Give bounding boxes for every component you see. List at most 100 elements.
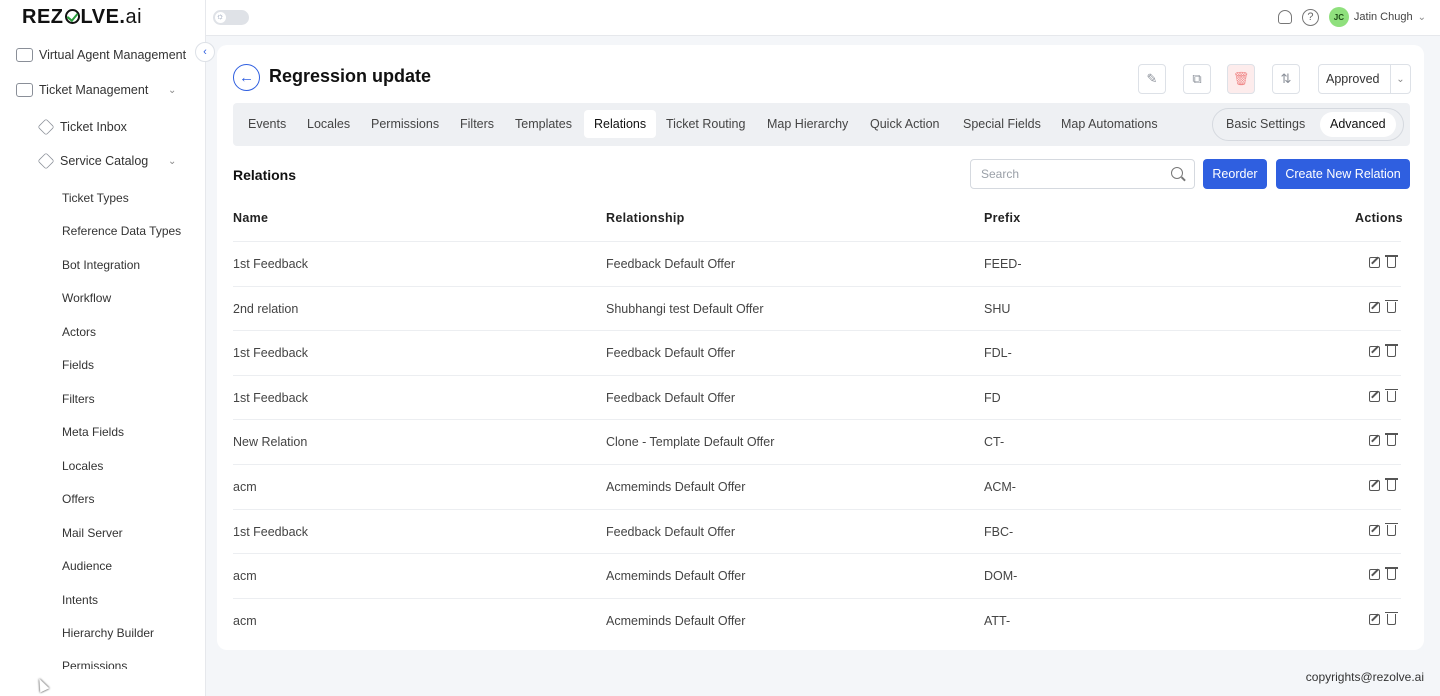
sidebar-item-label: Virtual Agent Management (39, 48, 187, 62)
relation-prefix: ATT- (984, 613, 1011, 628)
relation-prefix: SHU (984, 301, 1011, 316)
delete-button[interactable]: 🗑 (1227, 64, 1255, 94)
trash-icon[interactable] (1385, 255, 1398, 268)
tab-events[interactable]: Events (238, 110, 296, 138)
row-actions (1369, 567, 1398, 581)
trash-icon[interactable] (1385, 344, 1398, 358)
back-button[interactable]: ← (233, 64, 260, 91)
table-row: New Relation Clone - Template Default Off… (233, 419, 1401, 464)
tag-icon (37, 118, 55, 136)
trash-icon[interactable] (1385, 433, 1398, 447)
logo-check-icon (64, 9, 80, 24)
trash-icon[interactable] (1385, 388, 1398, 402)
transfer-button[interactable]: ⇅ (1272, 64, 1300, 94)
user-menu[interactable]: JC Jatin Chugh ⌄ (1328, 7, 1426, 27)
topbar-actions: ? JC Jatin Chugh ⌄ (1277, 7, 1426, 27)
basic-settings-option[interactable]: Basic Settings (1216, 112, 1315, 137)
row-actions (1369, 522, 1398, 536)
row-actions (1369, 433, 1398, 447)
edit-icon[interactable] (1369, 390, 1380, 402)
avatar: JC (1328, 7, 1349, 27)
sidebar-item-virtual-agent-management[interactable]: Virtual Agent Management (16, 48, 186, 62)
table-row: 2nd relation Shubhangi test Default Offer… (233, 285, 1401, 331)
sidebar-item-bot-integration[interactable]: Bot Integration (62, 258, 140, 272)
sidebar-item-audience[interactable]: Audience (62, 559, 112, 573)
search-icon[interactable] (1171, 167, 1183, 179)
sidebar-item-ticket-management[interactable]: Ticket Management ⌄ (16, 83, 176, 97)
tab-bar: Events Locales Permissions Filters Templ… (233, 103, 1410, 146)
tab-quick-action[interactable]: Quick Action (860, 110, 949, 138)
status-select[interactable]: Approved ⌄ (1318, 64, 1411, 94)
tab-filters[interactable]: Filters (450, 110, 504, 138)
sidebar-item-fields[interactable]: Fields (62, 358, 94, 372)
relation-relationship: Shubhangi test Default Offer (606, 301, 764, 316)
relation-prefix: DOM- (984, 569, 1018, 584)
collapse-sidebar-button[interactable]: ‹ (195, 42, 215, 62)
trash-icon[interactable] (1385, 611, 1398, 625)
theme-toggle[interactable]: ☼ (213, 10, 249, 25)
help-icon[interactable]: ? (1301, 8, 1319, 26)
sidebar-item-service-catalog[interactable]: Service Catalog ⌄ (37, 152, 176, 170)
tab-special-fields[interactable]: Special Fields (953, 110, 1051, 138)
sidebar-item-offers[interactable]: Offers (62, 492, 94, 506)
advanced-option[interactable]: Advanced (1320, 112, 1396, 137)
column-header-prefix: Prefix (984, 211, 1021, 225)
relation-name: 1st Feedback (233, 524, 309, 539)
edit-icon[interactable] (1369, 435, 1380, 447)
edit-icon: ✎ (1146, 71, 1158, 86)
sidebar-item-mail-server[interactable]: Mail Server (62, 526, 123, 540)
chevron-down-icon: ⌄ (1390, 65, 1410, 93)
relation-name: 1st Feedback (233, 390, 309, 405)
relation-prefix: ACM- (984, 480, 1016, 494)
sidebar-item-intents[interactable]: Intents (62, 593, 98, 607)
edit-icon[interactable] (1369, 613, 1380, 625)
user-name: Jatin Chugh (1353, 11, 1413, 23)
column-header-name: Name (233, 211, 269, 225)
edit-icon[interactable] (1369, 569, 1380, 581)
sidebar-item-workflow[interactable]: Workflow (62, 291, 111, 305)
chevron-down-icon: ⌄ (1417, 11, 1426, 23)
sidebar-item-actors[interactable]: Actors (62, 325, 96, 339)
edit-icon[interactable] (1369, 257, 1380, 268)
trash-icon[interactable] (1385, 478, 1398, 491)
edit-icon[interactable] (1369, 301, 1380, 313)
tab-relations[interactable]: Relations (584, 110, 657, 138)
sidebar-item-label: Ticket Management (39, 83, 149, 97)
sidebar-item-ticket-types[interactable]: Ticket Types (62, 191, 129, 205)
table-row: 1st Feedback Feedback Default Offer FDL- (233, 330, 1401, 375)
sidebar-item-reference-data-types[interactable]: Reference Data Types (62, 224, 181, 238)
search-input[interactable] (970, 159, 1195, 189)
tab-locales[interactable]: Locales (297, 110, 360, 138)
create-relation-button[interactable]: Create New Relation (1276, 159, 1410, 189)
trash-icon[interactable] (1385, 567, 1398, 581)
sidebar-item-ticket-inbox[interactable]: Ticket Inbox (37, 118, 127, 136)
edit-icon[interactable] (1369, 346, 1380, 358)
sidebar-item-hierarchy-builder[interactable]: Hierarchy Builder (62, 626, 154, 640)
relation-name: New Relation (233, 435, 308, 450)
relation-name: 1st Feedback (233, 346, 309, 361)
reorder-button[interactable]: Reorder (1203, 159, 1267, 189)
edit-icon[interactable] (1369, 480, 1380, 491)
trash-icon[interactable] (1385, 522, 1398, 536)
sidebar-item-meta-fields[interactable]: Meta Fields (62, 425, 124, 439)
edit-button[interactable]: ✎ (1138, 64, 1166, 94)
sidebar-item-locales[interactable]: Locales (62, 459, 103, 473)
sidebar-item-filters[interactable]: Filters (62, 392, 95, 406)
tab-templates[interactable]: Templates (505, 110, 582, 138)
trash-icon[interactable] (1385, 299, 1398, 313)
sidebar-item-label: Ticket Inbox (60, 120, 127, 134)
edit-icon[interactable] (1369, 524, 1380, 536)
trash-icon: 🗑 (1232, 71, 1250, 86)
tab-permissions[interactable]: Permissions (361, 110, 449, 138)
row-actions (1369, 255, 1398, 268)
sidebar-item-permissions[interactable]: Permissions (62, 659, 127, 669)
rezolve-logo[interactable]: REZ LVE.ai (22, 6, 142, 29)
wrench-icon (37, 152, 55, 170)
copy-button[interactable]: ⧉ (1183, 64, 1211, 94)
table-row: 1st Feedback Feedback Default Offer FBC- (233, 508, 1401, 554)
relation-name: acm (233, 480, 257, 494)
tab-ticket-routing[interactable]: Ticket Routing (656, 110, 755, 138)
tab-map-hierarchy[interactable]: Map Hierarchy (757, 110, 858, 138)
bell-icon[interactable] (1277, 10, 1292, 24)
tab-map-automations[interactable]: Map Automations (1051, 110, 1168, 138)
